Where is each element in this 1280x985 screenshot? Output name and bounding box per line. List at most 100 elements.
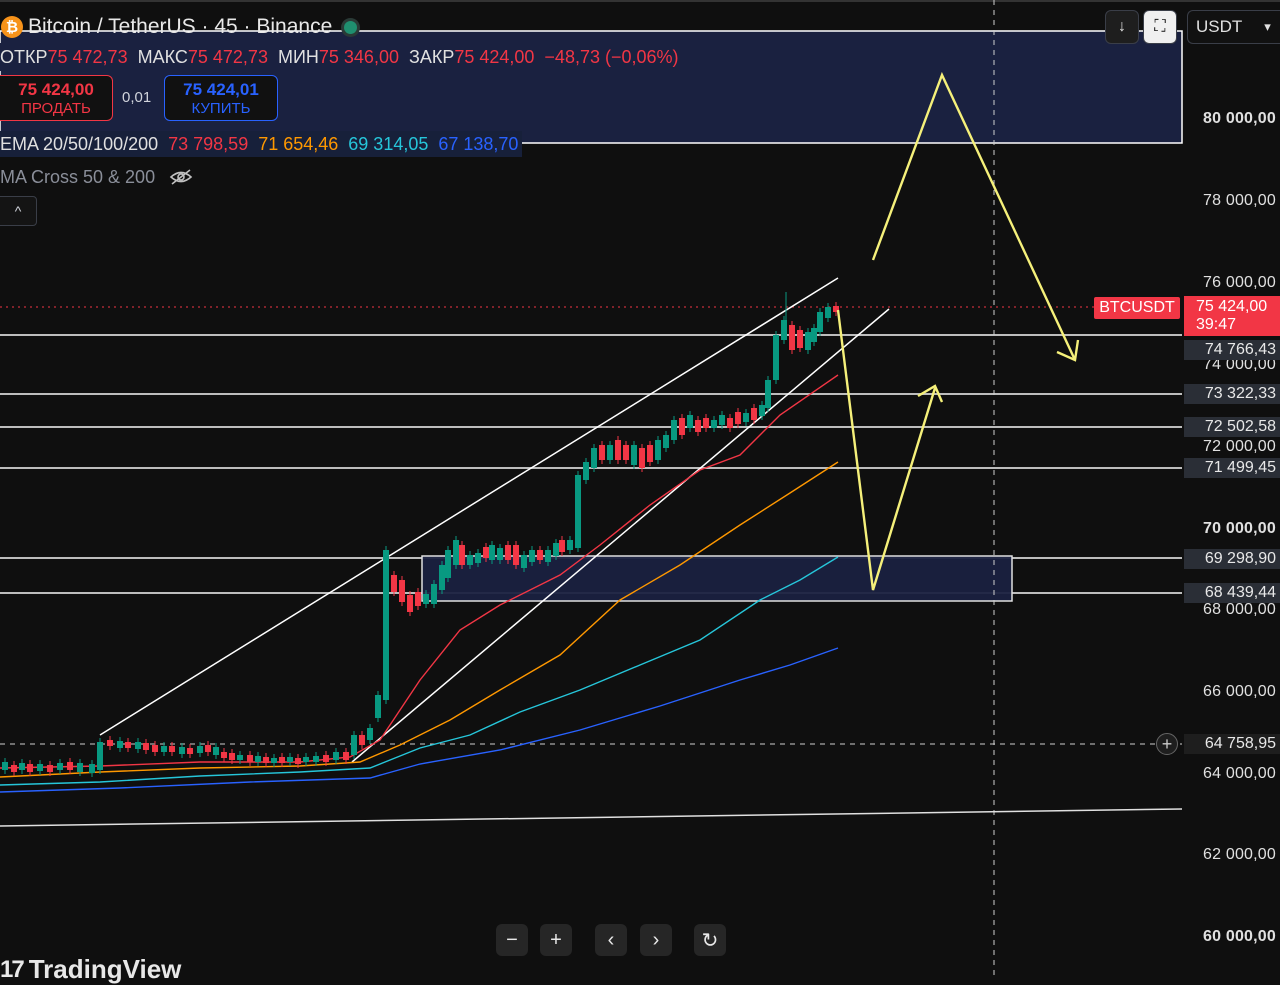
scroll-left-button[interactable]: ‹ bbox=[595, 924, 627, 956]
candle-body bbox=[415, 592, 421, 606]
sell-button[interactable]: 75 424,00 ПРОДАТЬ bbox=[0, 75, 113, 121]
channel-lower bbox=[351, 308, 890, 763]
candle-body bbox=[221, 752, 227, 758]
candle-body bbox=[811, 328, 817, 342]
market-status-icon bbox=[344, 20, 358, 34]
candle-body bbox=[765, 380, 771, 408]
price-label: 60 000,00 bbox=[1203, 928, 1276, 945]
scroll-right-button[interactable]: › bbox=[640, 924, 672, 956]
candle-body bbox=[459, 545, 465, 565]
channel-upper bbox=[99, 277, 839, 736]
candle-body bbox=[467, 555, 473, 565]
candle-body bbox=[152, 745, 158, 752]
candle-body bbox=[57, 763, 63, 770]
candle-body bbox=[237, 755, 243, 760]
buy-button[interactable]: 75 424,01 КУПИТЬ bbox=[164, 75, 278, 121]
reset-chart-button[interactable]: ↻ bbox=[694, 924, 726, 956]
candle-body bbox=[107, 740, 113, 746]
hidden-eye-icon[interactable] bbox=[169, 168, 193, 186]
candle-body bbox=[359, 735, 365, 745]
candle-body bbox=[719, 415, 725, 425]
candle-body bbox=[303, 757, 309, 762]
download-button[interactable]: ↓ bbox=[1105, 10, 1139, 44]
candle-body bbox=[37, 764, 43, 771]
ema50-value: 71 654,46 bbox=[258, 133, 339, 154]
candle-body bbox=[439, 565, 445, 590]
zoom-out-button[interactable]: − bbox=[496, 924, 528, 956]
candle-body bbox=[759, 405, 765, 416]
minus-icon: − bbox=[506, 928, 518, 951]
buy-price: 75 424,01 bbox=[183, 80, 259, 99]
candle-body bbox=[407, 595, 413, 612]
crosshair-price-tag: 64 758,95 bbox=[1184, 734, 1280, 754]
ma-cross-label: MA Cross 50 & 200 bbox=[0, 166, 156, 187]
candle-body bbox=[575, 475, 581, 548]
level-tag: 68 439,44 bbox=[1184, 583, 1280, 603]
collapse-legend-button[interactable]: ^ bbox=[0, 196, 37, 226]
candle-body bbox=[197, 746, 203, 753]
candle-body bbox=[77, 763, 83, 772]
candle-body bbox=[287, 757, 293, 762]
candle-body bbox=[89, 764, 95, 773]
currency-select[interactable]: USDT ▾ bbox=[1187, 10, 1280, 44]
candle-body bbox=[391, 575, 397, 592]
candle-body bbox=[399, 580, 405, 602]
candle-body bbox=[313, 756, 319, 762]
candle-body bbox=[797, 330, 803, 348]
ma-cross-legend[interactable]: MA Cross 50 & 200 bbox=[0, 165, 193, 189]
base-trendline bbox=[0, 808, 1183, 827]
candle-body bbox=[727, 418, 733, 428]
add-alert-button[interactable]: + bbox=[1156, 733, 1178, 755]
candle-body bbox=[615, 440, 621, 460]
ema50-line bbox=[0, 461, 839, 778]
fullscreen-button[interactable]: ⛶ bbox=[1143, 10, 1177, 44]
symbol-header: ₿ Bitcoin / TetherUS · 45 · Binance bbox=[0, 12, 358, 42]
candle-body bbox=[97, 742, 103, 770]
price-label: 70 000,00 bbox=[1203, 520, 1276, 537]
candle-body bbox=[647, 445, 653, 462]
candle-body bbox=[751, 408, 757, 420]
candle-body bbox=[255, 756, 261, 762]
candle-body bbox=[229, 753, 235, 760]
candle-body bbox=[567, 540, 573, 550]
candle-body bbox=[323, 755, 329, 762]
level-tag: 71 499,45 bbox=[1184, 458, 1280, 478]
bitcoin-icon: ₿ bbox=[1, 16, 23, 38]
candle-body bbox=[213, 747, 219, 755]
level-tag: 73 322,33 bbox=[1184, 384, 1280, 404]
chevron-down-icon: ▾ bbox=[1264, 19, 1271, 34]
candle-body bbox=[695, 420, 701, 432]
candle-body bbox=[11, 765, 17, 772]
open-label: ОТКР bbox=[0, 46, 48, 67]
candle-body bbox=[607, 445, 613, 460]
ema-label: EMA 20/50/100/200 bbox=[0, 133, 159, 154]
candle-body bbox=[295, 758, 301, 764]
candle-body bbox=[599, 445, 605, 460]
bar-countdown: 39:47 bbox=[1196, 316, 1237, 333]
candle-body bbox=[631, 445, 637, 465]
candle-body bbox=[27, 764, 33, 772]
chevron-left-icon: ‹ bbox=[607, 928, 615, 951]
candle-body bbox=[179, 747, 185, 754]
ema-legend[interactable]: EMA 20/50/100/200 73 798,59 71 654,46 69… bbox=[0, 131, 523, 157]
candle-body bbox=[117, 741, 123, 748]
chevron-up-icon: ^ bbox=[14, 203, 22, 219]
candle-body bbox=[475, 553, 481, 563]
zoom-in-button[interactable]: + bbox=[540, 924, 572, 956]
candle-body bbox=[817, 312, 823, 332]
symbol-title[interactable]: Bitcoin / TetherUS · 45 · Binance bbox=[28, 15, 332, 39]
spread-value: 0,01 bbox=[122, 89, 152, 106]
candle-body bbox=[687, 415, 693, 428]
current-price: 75 424,00 bbox=[1196, 298, 1268, 315]
price-label: 62 000,00 bbox=[1203, 846, 1276, 863]
candle-body bbox=[513, 545, 519, 565]
candle-body bbox=[67, 762, 73, 770]
projection-dip-path bbox=[836, 309, 937, 591]
candle-body bbox=[735, 412, 741, 424]
level-tag: 69 298,90 bbox=[1184, 549, 1280, 569]
candle-body bbox=[205, 745, 211, 752]
high-value: 75 472,73 bbox=[187, 46, 268, 67]
price-label: 76 000,00 bbox=[1203, 274, 1276, 291]
ema200-value: 67 138,70 bbox=[438, 133, 519, 154]
candle-body bbox=[351, 735, 357, 755]
